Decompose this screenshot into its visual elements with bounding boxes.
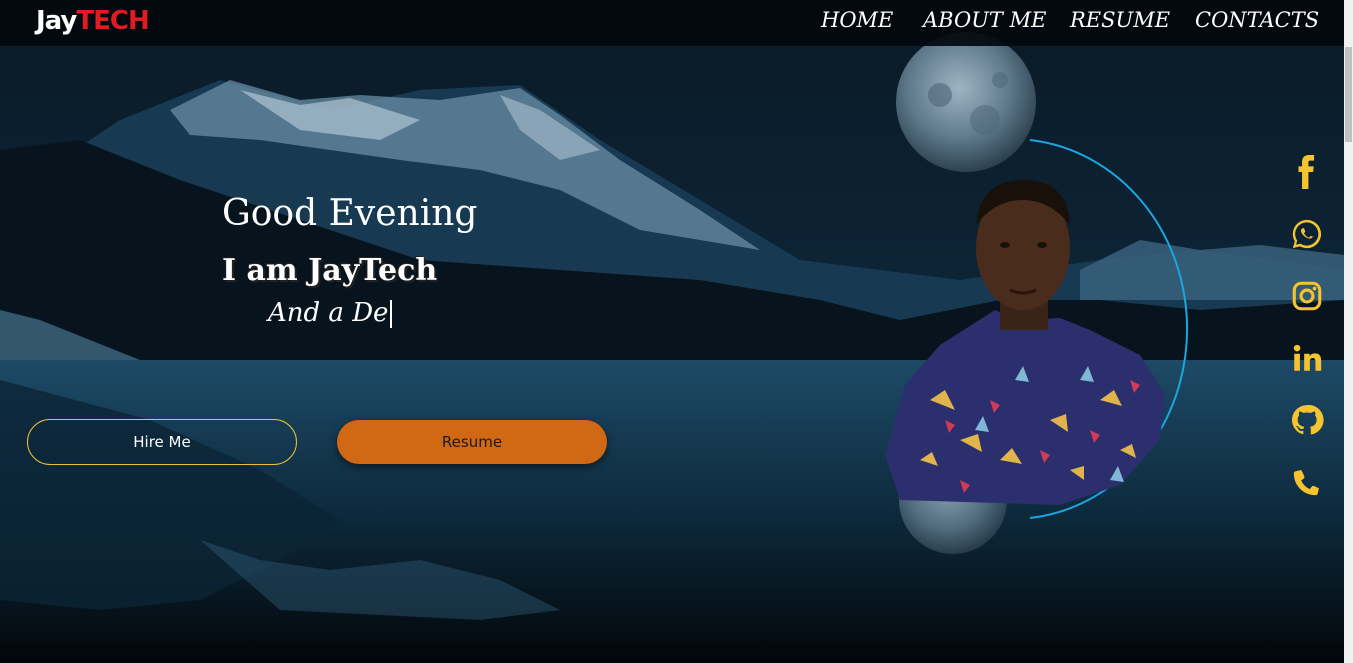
hire-me-button[interactable]: Hire Me bbox=[27, 419, 297, 465]
mountain-lake-background bbox=[0, 32, 1344, 663]
brand-logo-part1: Jay bbox=[36, 6, 77, 36]
instagram-icon bbox=[1292, 281, 1322, 311]
nav-about-me[interactable]: ABOUT ME bbox=[923, 8, 1046, 32]
nav-home[interactable]: HOME bbox=[821, 8, 893, 32]
phone-icon bbox=[1293, 470, 1320, 496]
hero-section: Good Evening I am JayTech And a De Hire … bbox=[0, 0, 1344, 663]
github-icon bbox=[1291, 405, 1324, 435]
page-scrollbar-thumb[interactable] bbox=[1345, 47, 1352, 142]
linkedin-icon bbox=[1293, 344, 1322, 371]
facebook-link[interactable] bbox=[1290, 155, 1326, 191]
typing-cursor bbox=[390, 300, 393, 328]
instagram-link[interactable] bbox=[1290, 279, 1326, 315]
nav-contacts[interactable]: CONTACTS bbox=[1195, 8, 1319, 32]
whatsapp-link[interactable] bbox=[1290, 217, 1326, 253]
brand-logo[interactable]: JayTECH bbox=[36, 6, 150, 36]
greeting-text: Good Evening bbox=[222, 193, 478, 234]
phone-link[interactable] bbox=[1290, 465, 1326, 501]
whatsapp-icon bbox=[1292, 219, 1322, 249]
linkedin-link[interactable] bbox=[1290, 341, 1326, 377]
facebook-icon bbox=[1298, 155, 1315, 189]
typing-text: And a De bbox=[268, 298, 393, 328]
resume-button[interactable]: Resume bbox=[337, 420, 607, 464]
github-link[interactable] bbox=[1290, 403, 1326, 439]
top-navbar: JayTECH HOME ABOUT ME RESUME CONTACTS bbox=[0, 0, 1344, 46]
brand-logo-part2: TECH bbox=[76, 6, 149, 36]
nav-resume[interactable]: RESUME bbox=[1070, 8, 1170, 32]
typing-text-value: And a De bbox=[268, 298, 389, 328]
intro-heading: I am JayTech bbox=[222, 253, 438, 288]
